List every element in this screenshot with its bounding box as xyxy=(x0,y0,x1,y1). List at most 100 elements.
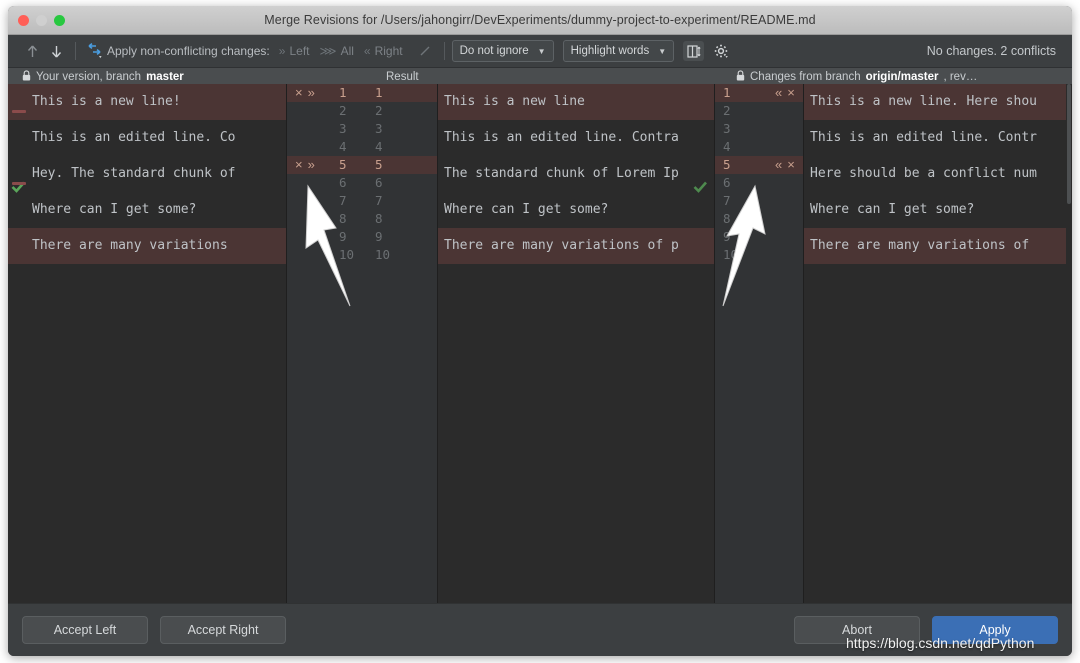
right-line-number: 6 xyxy=(723,175,731,190)
left-line-number: 1 xyxy=(331,84,367,102)
result-code-line[interactable]: This is an edited line. Contra xyxy=(438,120,714,156)
left-conflict-accept-icon[interactable]: » xyxy=(308,156,315,174)
left-editor-code[interactable]: This is a new line! This is an edited lin… xyxy=(8,84,286,604)
accept-left-button[interactable]: Accept Left xyxy=(22,616,148,644)
right-conflict-accept-icon[interactable]: « xyxy=(775,84,782,102)
result-line-number-list: 1 2 3 4 5 6 7 8 9 10 xyxy=(367,84,437,264)
toolbar-divider-2 xyxy=(443,42,445,60)
pencil-icon[interactable] xyxy=(413,39,437,63)
left-code-line[interactable]: This is an edited line. Co xyxy=(8,120,286,156)
right-line-number: 5 xyxy=(715,156,767,174)
title-bar: Merge Revisions for /Users/jahongirr/Dev… xyxy=(8,6,1072,35)
right-editor-code[interactable]: This is a new line. Here shou This is an … xyxy=(804,84,1072,604)
left-code-line[interactable]: Where can I get some? xyxy=(8,192,286,228)
left-line-number: 7 xyxy=(339,193,347,208)
result-editor-pane[interactable]: This is a new line This is an edited line… xyxy=(438,84,714,604)
merge-body: This is a new line! This is an edited lin… xyxy=(8,84,1072,604)
window-title: Merge Revisions for /Users/jahongirr/Dev… xyxy=(264,13,816,27)
right-conflict-reject-icon[interactable]: × xyxy=(787,156,795,174)
change-marker-left-1 xyxy=(12,110,26,113)
merge-status-text: No changes. 2 conflicts xyxy=(926,44,1056,58)
left-conflict-row xyxy=(287,102,331,120)
left-line-number: 8 xyxy=(339,211,347,226)
right-gutter-actions[interactable]: «× «× xyxy=(767,84,803,604)
left-conflict-row xyxy=(287,174,331,192)
left-line-number-list: 1 2 3 4 5 6 7 8 9 10 xyxy=(331,84,367,264)
right-line-numbers: 1 2 3 4 5 6 7 8 9 10 xyxy=(715,84,767,604)
result-line-numbers: 1 2 3 4 5 6 7 8 9 10 xyxy=(367,84,437,604)
right-conflict-row xyxy=(767,102,803,120)
result-code-line[interactable]: There are many variations of p xyxy=(438,228,714,264)
ignore-policy-dropdown[interactable]: Do not ignore ▼ xyxy=(451,40,554,62)
left-conflict-reject-icon[interactable]: × xyxy=(295,156,303,174)
left-conflict-row xyxy=(287,246,331,264)
right-code-line[interactable]: There are many variations of xyxy=(804,228,1072,264)
left-conflict-row[interactable]: ×» xyxy=(287,84,331,102)
previous-difference-button[interactable] xyxy=(20,39,44,63)
right-conflict-row[interactable]: «× xyxy=(767,84,803,102)
right-conflict-reject-icon[interactable]: × xyxy=(787,84,795,102)
right-code-line[interactable]: This is a new line. Here shou xyxy=(804,84,1072,120)
left-code-line[interactable]: There are many variations xyxy=(8,228,286,264)
right-code-line[interactable]: Where can I get some? xyxy=(804,192,1072,228)
right-line-number: 9 xyxy=(723,229,731,244)
left-line-number: 3 xyxy=(339,121,347,136)
left-conflict-row xyxy=(287,138,331,156)
left-pane-branch: master xyxy=(146,71,184,83)
merge-toolbar: Apply non-conflicting changes: » Left ⋙ … xyxy=(8,35,1072,68)
right-editor-pane[interactable]: This is a new line. Here shou This is an … xyxy=(804,84,1072,604)
apply-all-label: All xyxy=(340,44,354,58)
right-line-number: 8 xyxy=(723,211,731,226)
right-pane-header-prefix: Changes from branch xyxy=(750,71,861,83)
left-code-line[interactable]: This is a new line! xyxy=(8,84,286,120)
left-gutter-actions[interactable]: ×» ×» xyxy=(287,84,331,604)
right-code-line[interactable]: Here should be a conflict num xyxy=(804,156,1072,192)
right-code-line[interactable]: This is an edited line. Contr xyxy=(804,120,1072,156)
left-editor-pane[interactable]: This is a new line! This is an edited lin… xyxy=(8,84,286,604)
result-line-number: 8 xyxy=(375,211,383,226)
apply-left-label: Left xyxy=(289,44,310,58)
left-conflict-actions[interactable]: ×» ×» xyxy=(287,84,331,264)
collapse-unchanged-icon[interactable] xyxy=(683,41,705,61)
chevron-down-icon: ▼ xyxy=(537,46,546,56)
apply-all-button[interactable]: ⋙ All xyxy=(319,44,353,58)
close-window-button[interactable] xyxy=(18,15,29,26)
right-conflict-actions[interactable]: «× «× xyxy=(767,84,803,264)
right-conflict-row xyxy=(767,192,803,210)
minimize-window-button[interactable] xyxy=(36,15,47,26)
gear-icon[interactable] xyxy=(710,41,732,61)
result-code-line[interactable]: The standard chunk of Lorem Ip xyxy=(438,156,714,192)
double-chevron-left-icon: « xyxy=(363,44,371,58)
result-code-line[interactable]: Where can I get some? xyxy=(438,192,714,228)
result-pane-header: Result xyxy=(386,71,419,83)
next-difference-button[interactable] xyxy=(44,39,68,63)
right-conflict-accept-icon[interactable]: « xyxy=(775,156,782,174)
right-editor-scrollbar[interactable] xyxy=(1066,84,1072,604)
result-code-line[interactable]: This is a new line xyxy=(438,84,714,120)
merge-revisions-window: Merge Revisions for /Users/jahongirr/Dev… xyxy=(8,6,1072,656)
right-line-number: 1 xyxy=(715,84,767,102)
highlight-policy-dropdown[interactable]: Highlight words ▼ xyxy=(562,40,675,62)
apply-changes-icon[interactable] xyxy=(83,39,107,63)
left-line-number: 2 xyxy=(339,103,347,118)
apply-non-conflicting-label: Apply non-conflicting changes: xyxy=(107,44,270,58)
right-line-number: 3 xyxy=(723,121,731,136)
double-chevron-both-icon: ⋙ xyxy=(319,44,337,58)
left-conflict-reject-icon[interactable]: × xyxy=(295,84,303,102)
result-line-number: 9 xyxy=(375,229,383,244)
result-line-number: 4 xyxy=(375,139,383,154)
left-code-line[interactable]: Hey. The standard chunk of xyxy=(8,156,286,192)
right-conflict-row[interactable]: «× xyxy=(767,156,803,174)
scrollbar-thumb[interactable] xyxy=(1067,84,1071,204)
left-conflict-accept-icon[interactable]: » xyxy=(308,84,315,102)
left-line-numbers: 1 2 3 4 5 6 7 8 9 10 xyxy=(331,84,367,604)
apply-right-button[interactable]: « Right xyxy=(364,44,403,58)
accept-right-button[interactable]: Accept Right xyxy=(160,616,286,644)
window-controls[interactable] xyxy=(18,15,65,26)
result-editor-code[interactable]: This is a new line This is an edited line… xyxy=(438,84,714,604)
left-line-number: 10 xyxy=(339,247,355,262)
right-line-number: 10 xyxy=(723,247,739,262)
apply-left-button[interactable]: » Left xyxy=(279,44,310,58)
maximize-window-button[interactable] xyxy=(54,15,65,26)
left-conflict-row[interactable]: ×» xyxy=(287,156,331,174)
